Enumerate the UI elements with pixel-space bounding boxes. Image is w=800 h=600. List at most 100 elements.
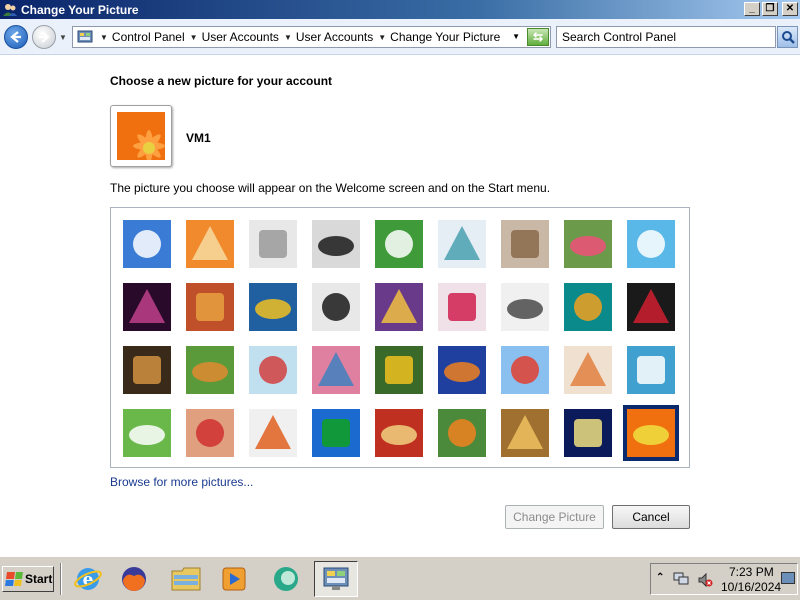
picture-tile-soccer-ball[interactable] (123, 409, 171, 457)
breadcrumb-user-accounts-2[interactable]: ▼ User Accounts (284, 30, 373, 44)
striped-ball-icon (123, 283, 171, 331)
picture-tile-tin-robot[interactable] (249, 346, 297, 394)
picture-tile-guitar[interactable] (123, 346, 171, 394)
robot-toy-icon (249, 220, 297, 268)
clock-time[interactable]: 7:23 PM (729, 565, 774, 579)
picture-tile-sunflower[interactable] (375, 346, 423, 394)
green-window-icon (312, 409, 360, 457)
picture-tile-striped-ball[interactable] (123, 283, 171, 331)
tin-robot-icon (249, 346, 297, 394)
windows-explorer-icon[interactable] (164, 561, 208, 597)
picture-tile-marbles[interactable] (249, 409, 297, 457)
show-hidden-icons-icon[interactable]: ⌃ (656, 572, 664, 583)
picture-tile-fabric-stripes[interactable] (186, 283, 234, 331)
back-arrow-icon (10, 31, 21, 43)
butterfly-icon (438, 409, 486, 457)
show-desktop-icon[interactable] (781, 572, 795, 584)
network-icon[interactable] (673, 572, 689, 586)
control-panel-taskbar-icon[interactable] (314, 561, 358, 597)
goldfish-icon (438, 346, 486, 394)
marbles-icon (249, 409, 297, 457)
restore-button[interactable]: ❐ (762, 2, 778, 16)
border-collie-icon (312, 283, 360, 331)
picture-tile-pinwheel[interactable] (627, 220, 675, 268)
start-button[interactable]: Start (2, 566, 54, 592)
pomeranian-icon (186, 346, 234, 394)
fabric-stripes-icon (186, 283, 234, 331)
picture-tile-stairs[interactable] (564, 283, 612, 331)
history-dropdown-icon[interactable]: ▼ (59, 33, 67, 42)
browse-more-pictures-link[interactable]: Browse for more pictures... (110, 475, 253, 489)
picture-tile-lucky-cat[interactable] (375, 220, 423, 268)
picture-tile-pomeranian[interactable] (186, 346, 234, 394)
media-player-icon[interactable] (212, 561, 256, 597)
picture-tile-orange-gerbera[interactable] (623, 405, 679, 461)
breadcrumb-user-accounts[interactable]: ▼ User Accounts (190, 30, 279, 44)
picture-tile-red-leaf[interactable] (438, 283, 486, 331)
picture-tile-daruma-doll[interactable] (564, 346, 612, 394)
picture-tile-embroidery[interactable] (375, 409, 423, 457)
rollercoaster-icon (123, 220, 171, 268)
sailboat-icon (627, 346, 675, 394)
picture-tile-green-window[interactable] (312, 409, 360, 457)
breadcrumb-control-panel[interactable]: ▼ Control Panel (100, 30, 185, 44)
pinwheel-icon (627, 220, 675, 268)
daruma-doll-icon (564, 346, 612, 394)
minimize-button[interactable]: _ (744, 2, 760, 16)
picture-tile-wicker-pattern[interactable] (501, 409, 549, 457)
red-leaf-icon (438, 283, 486, 331)
refresh-button[interactable]: ⇆ (527, 28, 549, 46)
lighthouse-icon (564, 409, 612, 457)
picture-tile-rollercoaster[interactable] (123, 220, 171, 268)
fabric-swirl-icon (312, 346, 360, 394)
picture-tile-origami-crane[interactable] (627, 283, 675, 331)
picture-tile-border-collie[interactable] (312, 283, 360, 331)
internet-explorer-icon[interactable]: e (66, 561, 110, 597)
embroidery-icon (375, 409, 423, 457)
search-button[interactable] (777, 26, 798, 48)
picture-tile-butterfly[interactable] (438, 409, 486, 457)
picture-tile-robot-toy[interactable] (249, 220, 297, 268)
navigation-bar: ▼ ▼ Control Panel ▼ User Accounts ▼ User Ac… (0, 19, 800, 55)
address-bar[interactable]: ▼ Control Panel ▼ User Accounts ▼ User Acco… (72, 26, 551, 48)
picture-tile-hot-air-balloon[interactable] (501, 346, 549, 394)
taskbar: Start e ⌃ 7:23 PM 10/16/2024 (0, 556, 800, 600)
picture-tile-sailboat[interactable] (627, 346, 675, 394)
picture-tile-vinyl-record[interactable] (312, 220, 360, 268)
hot-air-balloon-icon (501, 346, 549, 394)
forward-button[interactable] (32, 25, 56, 49)
picture-tile-fabric-weave[interactable] (186, 409, 234, 457)
ginkgo-leaf-icon (249, 283, 297, 331)
firefox-icon[interactable] (112, 561, 156, 597)
search-icon (781, 31, 795, 44)
clock-date[interactable]: 10/16/2024 (721, 580, 781, 594)
picture-tile-gyroscope[interactable] (438, 220, 486, 268)
picture-tile-goldfish[interactable] (438, 346, 486, 394)
volume-muted-icon[interactable] (697, 572, 713, 588)
search-input[interactable] (556, 26, 776, 48)
change-picture-button[interactable]: Change Picture (505, 505, 604, 529)
messenger-icon[interactable] (264, 561, 308, 597)
lucky-cat-icon (375, 220, 423, 268)
back-button[interactable] (4, 25, 28, 49)
description-text: The picture you choose will appear on th… (110, 181, 551, 195)
vinyl-record-icon (312, 220, 360, 268)
picture-tile-jacks[interactable] (501, 283, 549, 331)
fabric-weave-icon (186, 409, 234, 457)
picture-tile-ginkgo-leaf[interactable] (249, 283, 297, 331)
picture-tile-starfish[interactable] (186, 220, 234, 268)
address-dropdown-icon[interactable]: ▼ (512, 32, 520, 41)
cancel-button[interactable]: Cancel (612, 505, 690, 529)
picture-tile-lighthouse[interactable] (564, 409, 612, 457)
close-button[interactable]: ✕ (782, 2, 798, 16)
guitar-icon (123, 346, 171, 394)
start-label: Start (25, 572, 53, 586)
orange-gerbera-icon (627, 409, 675, 457)
picture-tile-fabric-swirl[interactable] (312, 346, 360, 394)
picture-tile-kitten[interactable] (501, 220, 549, 268)
picture-tile-pink-flower[interactable] (564, 220, 612, 268)
picture-tile-crayons[interactable] (375, 283, 423, 331)
kitten-icon (501, 220, 549, 268)
wicker-pattern-icon (501, 409, 549, 457)
breadcrumb-change-your-picture[interactable]: ▼ Change Your Picture (378, 30, 500, 44)
